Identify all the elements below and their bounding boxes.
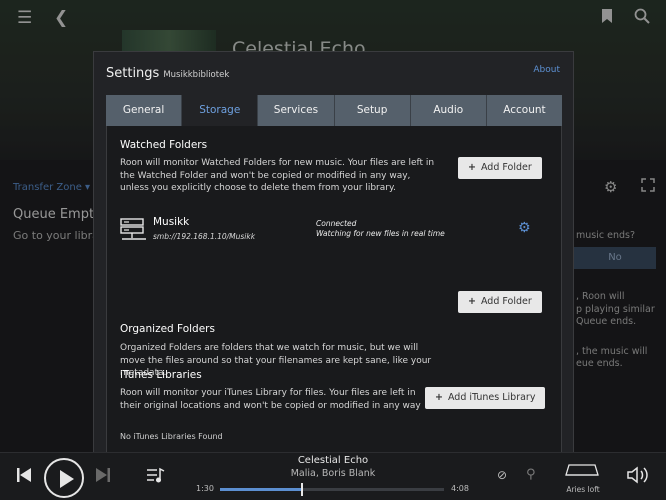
seek-bar-handle[interactable] — [301, 483, 303, 496]
folder-settings-gear-icon[interactable]: ⚙ — [518, 220, 531, 236]
seek-bar[interactable] — [220, 483, 444, 496]
add-itunes-library-button[interactable]: + Add iTunes Library — [425, 387, 546, 409]
storage-panel: Watched Folders Roon will monitor Watche… — [106, 126, 562, 453]
total-time: 4:08 — [451, 484, 469, 493]
add-organized-folder-label: Add Folder — [480, 296, 532, 307]
plus-icon: + — [468, 296, 476, 307]
add-watched-folder-button[interactable]: + Add Folder — [458, 157, 542, 179]
watched-folders-desc: Roon will monitor Watched Folders for ne… — [120, 158, 435, 193]
plus-icon: + — [435, 392, 443, 403]
itunes-libraries-desc: Roon will monitor your iTunes Library fo… — [120, 388, 421, 411]
tab-setup[interactable]: Setup — [334, 95, 411, 126]
tab-audio[interactable]: Audio — [410, 95, 487, 126]
volume-icon[interactable] — [627, 466, 649, 488]
elapsed-time: 1:30 — [196, 484, 214, 493]
tab-services[interactable]: Services — [258, 95, 335, 126]
dialog-subtitle: Musikkbibliotek — [163, 70, 230, 80]
add-organized-folder-button[interactable]: + Add Folder — [458, 291, 542, 313]
zone-device-icon[interactable] — [565, 459, 599, 485]
folder-status-watching: Watching for new files in real time — [316, 229, 445, 238]
radio-off-icon[interactable]: ⊘ — [497, 468, 507, 482]
settings-tabs: General Storage Services Setup Audio Acc… — [106, 95, 563, 126]
zone-name[interactable]: Aries loft — [560, 485, 606, 494]
seek-bar-fill — [220, 488, 301, 491]
plus-icon: + — [468, 162, 476, 173]
settings-dialog: Settings Musikkbibliotek About General St… — [93, 51, 574, 453]
tab-account[interactable]: Account — [486, 95, 563, 126]
tab-general[interactable]: General — [106, 95, 183, 126]
add-watched-folder-label: Add Folder — [480, 162, 532, 173]
dialog-title-text: Settings — [106, 66, 160, 81]
organized-folders-title: Organized Folders — [120, 323, 215, 335]
add-itunes-library-label: Add iTunes Library — [447, 392, 536, 403]
watched-folders-title: Watched Folders — [120, 139, 208, 151]
folder-status-connected: Connected — [316, 219, 357, 228]
tab-storage[interactable]: Storage — [182, 95, 259, 126]
folder-status: Connected Watching for new files in real… — [316, 219, 445, 239]
itunes-libraries-title: iTunes Libraries — [120, 369, 202, 381]
watched-folder-row[interactable]: Musikk smb://192.168.1.10/Musikk Connect… — [120, 216, 550, 246]
about-link[interactable]: About — [533, 65, 560, 75]
dsp-icon[interactable]: ⚲ — [526, 467, 536, 482]
network-share-icon — [120, 218, 146, 240]
itunes-empty-note: No iTunes Libraries Found — [120, 432, 223, 441]
folder-path: smb://192.168.1.10/Musikk — [153, 232, 256, 241]
dialog-title: Settings Musikkbibliotek — [106, 66, 229, 81]
player-bar: Celestial Echo Malia, Boris Blank 1:30 4… — [0, 452, 666, 500]
folder-name: Musikk — [153, 216, 190, 228]
